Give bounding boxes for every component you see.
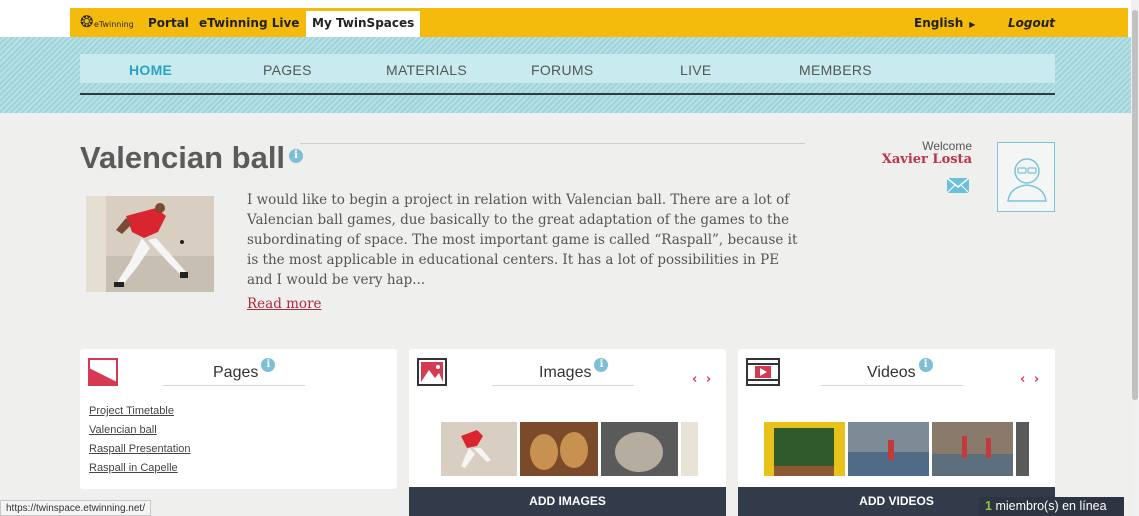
add-images-button[interactable]: ADD IMAGES	[409, 487, 726, 516]
pages-card-title: Pages i	[213, 358, 276, 382]
etwinning-logo-mark-icon: ❂	[80, 12, 93, 31]
video-thumb-4[interactable]	[1016, 422, 1029, 476]
player-photo-icon	[86, 196, 214, 292]
language-label: English	[914, 16, 964, 30]
video-thumb-3[interactable]	[932, 422, 1013, 476]
etwinning-logo[interactable]: ❂ eTwinning	[80, 12, 134, 31]
status-bar-url: https://twinspace.etwinning.net/	[0, 500, 151, 516]
pages-title-underline	[163, 385, 305, 386]
videos-card-icon	[746, 358, 780, 390]
page-icon	[88, 358, 118, 386]
online-count: 1	[985, 499, 992, 513]
etwinning-logo-text: eTwinning	[93, 20, 134, 29]
page-scrollbar[interactable]	[1131, 0, 1139, 516]
envelope-icon	[946, 177, 970, 194]
nav-materials[interactable]: MATERIALS	[386, 62, 467, 78]
page-link-project-timetable[interactable]: Project Timetable	[89, 405, 174, 417]
nav-home[interactable]: HOME	[129, 62, 172, 78]
logout-link[interactable]: Logout	[1008, 16, 1055, 30]
image-thumb-2[interactable]	[520, 422, 598, 476]
project-image	[86, 196, 214, 292]
project-title: Valencian ball	[80, 140, 286, 175]
page-link-raspall-presentation[interactable]: Raspall Presentation	[89, 443, 191, 455]
player-thumb-icon	[441, 422, 517, 476]
images-title-label: Images	[539, 364, 592, 381]
welcome-label: Welcome	[922, 139, 972, 153]
scrollbar-thumb[interactable]	[1132, 10, 1138, 400]
images-carousel-arrows[interactable]: ‹ ›	[692, 372, 713, 387]
hands-thumb-icon	[520, 422, 598, 476]
my-twinspaces-link[interactable]: My TwinSpaces	[306, 11, 421, 37]
top-bar-strip: ❂ eTwinning Portal eTwinning Live My Twi…	[70, 8, 1128, 37]
page-link-valencian-ball[interactable]: Valencian ball	[89, 424, 157, 436]
images-title-underline	[492, 385, 634, 386]
avatar[interactable]	[997, 142, 1055, 212]
pages-title-label: Pages	[213, 364, 259, 381]
online-label: miembro(s) en línea	[995, 499, 1107, 513]
videos-carousel-arrows[interactable]: ‹ ›	[1020, 372, 1041, 387]
video-thumb-1[interactable]	[764, 422, 845, 476]
videos-title-underline	[821, 385, 963, 386]
image-thumb-3[interactable]	[601, 422, 678, 476]
court-thumb-icon	[848, 422, 929, 476]
video-icon	[746, 358, 780, 386]
nav-members[interactable]: MEMBERS	[799, 62, 872, 78]
online-members-badge[interactable]: 1 miembro(s) en línea	[979, 497, 1124, 516]
user-avatar-icon	[1007, 158, 1047, 202]
title-divider	[300, 143, 805, 144]
glove-thumb-icon	[601, 422, 678, 476]
pages-info-icon[interactable]: i	[261, 358, 276, 372]
portal-link[interactable]: Portal	[148, 16, 189, 30]
image-thumb-1[interactable]	[441, 422, 517, 476]
nav-underline	[80, 93, 1055, 95]
images-card-icon	[417, 358, 447, 390]
gym-thumb-icon	[932, 422, 1013, 476]
language-selector[interactable]: English ▶	[914, 16, 975, 30]
mail-icon[interactable]	[946, 177, 970, 194]
blackboard-thumb-icon	[764, 422, 845, 476]
video-thumb-2[interactable]	[848, 422, 929, 476]
images-card-title: Images i	[539, 358, 609, 382]
etwinning-live-link[interactable]: eTwinning Live	[199, 16, 299, 30]
image-thumb-4[interactable]	[681, 422, 698, 476]
videos-info-icon[interactable]: i	[918, 358, 933, 372]
page-title: Valencian ball i	[80, 140, 304, 176]
user-name[interactable]: Xavier Losta	[860, 152, 972, 167]
image-icon	[417, 358, 447, 386]
pages-card-icon	[88, 358, 118, 390]
videos-card-title: Videos i	[867, 358, 933, 382]
page-link-raspall-in-capelle[interactable]: Raspall in Capelle	[89, 462, 178, 474]
top-bar: ❂ eTwinning Portal eTwinning Live My Twi…	[0, 0, 1139, 38]
triangle-right-icon: ▶	[969, 20, 976, 29]
info-icon[interactable]: i	[289, 148, 304, 163]
nav-forums[interactable]: FORUMS	[531, 62, 593, 78]
project-description: I would like to begin a project in relat…	[247, 192, 798, 288]
images-info-icon[interactable]: i	[594, 358, 609, 372]
videos-title-label: Videos	[867, 364, 916, 381]
nav-live[interactable]: LIVE	[680, 62, 712, 78]
nav-pages[interactable]: PAGES	[263, 62, 312, 78]
read-more-link[interactable]: Read more	[247, 296, 322, 312]
